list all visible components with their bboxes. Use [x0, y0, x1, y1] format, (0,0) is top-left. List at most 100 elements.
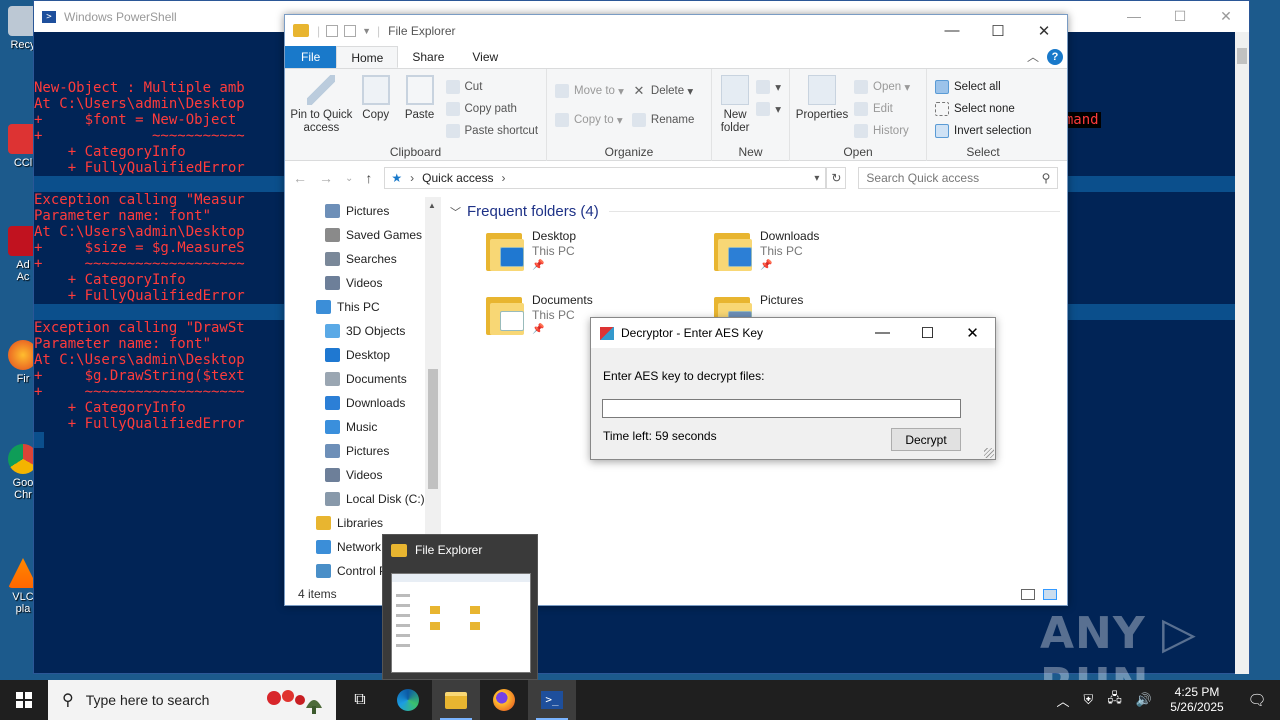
recent-locations-icon[interactable]: ⌄: [345, 173, 353, 184]
decryptor-titlebar[interactable]: Decryptor - Enter AES Key — ☐ ✕: [591, 318, 995, 348]
file-explorer-window[interactable]: | ▼ | File Explorer — ☐ ✕ File Home Shar…: [284, 14, 1068, 606]
properties-qat-icon[interactable]: [326, 24, 339, 37]
open-button[interactable]: Open ▾: [854, 77, 910, 96]
decryptor-dialog[interactable]: Decryptor - Enter AES Key — ☐ ✕ Enter AE…: [590, 317, 996, 460]
nav-item[interactable]: Documents: [285, 367, 440, 391]
decrypt-button[interactable]: Decrypt: [891, 428, 961, 451]
details-view-icon[interactable]: [1021, 588, 1035, 600]
help-icon[interactable]: ?: [1047, 49, 1063, 65]
nav-item[interactable]: Downloads: [285, 391, 440, 415]
search-input[interactable]: Search Quick access ⚲: [858, 167, 1059, 189]
folder-tile[interactable]: Desktop This PC 📌: [486, 229, 576, 273]
scrollbar-thumb[interactable]: [1237, 48, 1247, 64]
qat-dropdown-icon[interactable]: ▼: [362, 26, 371, 36]
taskbar-search-box[interactable]: ⚲ Type here to search: [48, 680, 336, 720]
paste-shortcut-button[interactable]: Paste shortcut: [445, 121, 538, 140]
aes-key-input[interactable]: [602, 399, 961, 418]
copy-to-button[interactable]: Copy to ▾: [555, 110, 624, 129]
nav-item[interactable]: Searches: [285, 247, 440, 271]
nav-item[interactable]: Videos: [285, 463, 440, 487]
network-icon[interactable]: 🖧: [1107, 689, 1122, 711]
explorer-titlebar[interactable]: | ▼ | File Explorer — ☐ ✕: [285, 15, 1067, 46]
nav-item[interactable]: 3D Objects: [285, 319, 440, 343]
minimize-button[interactable]: —: [929, 22, 975, 40]
console-scrollbar[interactable]: [1235, 32, 1249, 674]
minimize-button[interactable]: —: [1111, 8, 1157, 25]
breadcrumb-separator-icon[interactable]: ›: [410, 171, 414, 185]
close-button[interactable]: ✕: [1203, 8, 1249, 25]
minimize-button[interactable]: —: [860, 324, 905, 342]
collapse-ribbon-icon[interactable]: ︿: [1027, 46, 1039, 69]
nav-item[interactable]: Saved Games: [285, 223, 440, 247]
rename-button[interactable]: Rename: [631, 110, 694, 129]
tab-home[interactable]: Home: [336, 46, 399, 68]
action-center-icon[interactable]: 🗨: [1242, 691, 1272, 709]
folder-icon: [293, 24, 309, 37]
nav-item[interactable]: Pictures: [285, 439, 440, 463]
history-button[interactable]: History: [854, 121, 910, 140]
chevron-down-icon[interactable]: ﹀: [450, 204, 461, 220]
move-to-button[interactable]: Move to ▾: [555, 81, 624, 100]
group-organize: Move to ▾ Copy to ▾ ✕ Delete ▾ Rename Org…: [547, 69, 712, 161]
close-button[interactable]: ✕: [950, 324, 995, 342]
breadcrumb-quick-access[interactable]: Quick access: [422, 171, 493, 185]
show-hidden-icons-icon[interactable]: ︿: [1057, 691, 1070, 710]
address-bar[interactable]: ★ › Quick access › ▾: [384, 167, 827, 189]
taskbar-thumbnail-preview[interactable]: File Explorer: [382, 534, 538, 680]
start-button[interactable]: [0, 680, 48, 720]
navigation-pane[interactable]: Pictures Saved Games Searches Videos This PC…: [285, 197, 440, 587]
forward-arrow-icon[interactable]: →: [319, 170, 333, 186]
nav-item-label: Local Disk (C:): [346, 492, 425, 506]
scroll-up-icon[interactable]: ▲: [428, 201, 436, 210]
nav-item[interactable]: Pictures: [285, 199, 440, 223]
preview-thumbnail[interactable]: [391, 573, 531, 673]
edge-icon[interactable]: [384, 680, 432, 720]
up-arrow-icon[interactable]: ↑: [365, 170, 372, 186]
tab-view[interactable]: View: [458, 46, 512, 68]
nav-item[interactable]: Desktop: [285, 343, 440, 367]
defender-icon[interactable]: ⛨: [1084, 692, 1094, 708]
maximize-button[interactable]: ☐: [975, 22, 1021, 40]
new-item-button[interactable]: ▾: [756, 77, 781, 96]
breadcrumb-separator-icon[interactable]: ›: [502, 171, 506, 185]
nav-item[interactable]: Libraries: [285, 511, 440, 535]
nav-item[interactable]: Videos: [285, 271, 440, 295]
navigation-scrollbar[interactable]: ▲: [425, 197, 441, 587]
refresh-icon[interactable]: ↻: [826, 167, 847, 189]
edit-button[interactable]: Edit: [854, 99, 910, 118]
tab-share[interactable]: Share: [398, 46, 458, 68]
file-explorer-taskbar-icon[interactable]: [432, 680, 480, 720]
cut-button[interactable]: Cut: [445, 77, 539, 96]
close-button[interactable]: ✕: [1021, 22, 1067, 40]
history-label: History: [873, 124, 909, 137]
select-all-button[interactable]: Select all: [935, 77, 1031, 96]
powershell-taskbar-icon[interactable]: >_: [528, 680, 576, 720]
clock[interactable]: 4:25 PM 5/26/2025: [1166, 685, 1228, 715]
frequent-folders-header[interactable]: ﹀ Frequent folders (4): [450, 203, 1060, 220]
volume-icon[interactable]: 🔊: [1136, 692, 1152, 708]
maximize-button[interactable]: ☐: [1157, 8, 1203, 25]
large-icons-view-icon[interactable]: [1043, 588, 1057, 600]
delete-button[interactable]: ✕ Delete ▾: [632, 81, 694, 100]
task-view-icon[interactable]: ⧉: [336, 680, 384, 720]
folder-icon: [391, 543, 407, 557]
copy-path-button[interactable]: Copy path: [445, 99, 539, 118]
folder-tile[interactable]: Downloads This PC 📌: [714, 229, 819, 273]
select-none-button[interactable]: Select none: [935, 99, 1031, 118]
nav-item[interactable]: This PC: [285, 295, 440, 319]
firefox-taskbar-icon[interactable]: [480, 680, 528, 720]
group-open: Properties Open ▾ Edit History Open: [790, 69, 927, 161]
easy-access-button[interactable]: ▾: [756, 99, 781, 118]
back-arrow-icon[interactable]: ←: [293, 170, 307, 186]
folder-icon: [486, 293, 524, 337]
nav-item[interactable]: Music: [285, 415, 440, 439]
resize-grip[interactable]: [984, 448, 994, 458]
address-dropdown-icon[interactable]: ▾: [814, 173, 819, 184]
invert-selection-button[interactable]: Invert selection: [935, 121, 1031, 140]
maximize-button[interactable]: ☐: [905, 324, 950, 342]
nav-item[interactable]: Local Disk (C:): [285, 487, 440, 511]
folder-tile[interactable]: Documents This PC 📌: [486, 293, 593, 337]
scrollbar-thumb[interactable]: [428, 369, 438, 489]
new-folder-qat-icon[interactable]: [344, 24, 357, 37]
tab-file[interactable]: File: [285, 46, 337, 68]
